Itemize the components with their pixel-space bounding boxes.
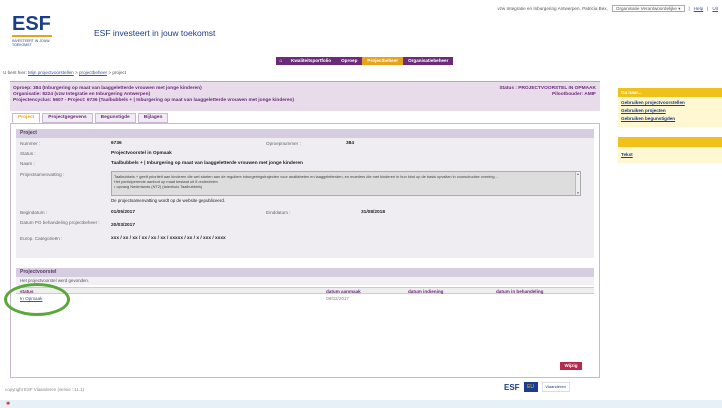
logo-text: ESF — [12, 13, 51, 35]
site-tagline: ESF investeert in jouw toekomst — [94, 28, 216, 38]
sidebar-links: Gebruiken projectvoorstellen Gebruiken p… — [618, 97, 722, 127]
home-icon[interactable]: ⌂ — [276, 57, 286, 65]
oproepnummer-value: 384 — [346, 141, 355, 146]
footer-logos: ESF EU Vlaanderen — [504, 382, 570, 392]
einddatum-label: Einddatum : — [266, 210, 291, 215]
help-link[interactable]: Help — [694, 6, 703, 11]
footer-copyright: copyright ESF Vlaanderen (versie : 11.1) — [5, 387, 84, 392]
nav-organisatiebeheer[interactable]: Organisatiebeheer — [403, 57, 453, 65]
sidebar-link-projectvoorstellen[interactable]: Gebruiken projectvoorstellen — [621, 99, 719, 107]
sidebar-title: Ga naar... — [618, 88, 722, 97]
sidebar-block-2: Tekst — [618, 147, 722, 163]
nav-oproep[interactable]: Oproep — [336, 57, 362, 65]
project-tabs: Project Projectgegevens Begunstigde Bijl… — [12, 113, 169, 123]
wijzig-button[interactable]: Wijzig — [560, 362, 582, 370]
datum-behandeling-label: Datum PO behandeling projectbeheer : — [20, 220, 100, 225]
project-section-title: Project — [16, 129, 594, 138]
scroll-up-icon[interactable]: ▲ — [576, 172, 580, 176]
textarea-scrollbar[interactable]: ▲ ▼ — [575, 172, 580, 195]
organisation-select[interactable]: Organisatie Verantwoordelijke ▾ — [611, 5, 685, 12]
naam-value: Taalbubbels + | Inburgering op maat van … — [111, 161, 303, 166]
logout-link[interactable]: Uit — [712, 6, 718, 11]
vlaanderen-logo: Vlaanderen — [541, 382, 570, 392]
datum-behandeling-value: 20/03/2017 — [111, 223, 136, 228]
sidebar: Ga naar... Gebruiken projectvoorstellen … — [618, 88, 722, 163]
nav-kwaliteitsportfolio[interactable]: Kwaliteitsportfolio — [286, 57, 336, 65]
tab-begunstigde[interactable]: Begunstigde — [94, 113, 136, 123]
project-cycle-line: Projectencyclus: 5607 - Project: 6736 (T… — [13, 98, 295, 103]
nav-projectbeheer[interactable]: Projectbeheer — [362, 57, 404, 65]
sidebar-title-2 — [618, 137, 722, 147]
highlight-circle — [4, 283, 70, 316]
project-organisation-line: Organisatie: 8224 (vzw Integratie en Inb… — [13, 92, 151, 97]
projectvoorstel-table: Het projectvoorstel werd gevonden. statu… — [16, 277, 594, 317]
bottom-strip: ✱ — [0, 400, 722, 408]
scroll-down-icon[interactable]: ▼ — [576, 191, 580, 195]
col-datum-aanmaak[interactable]: datum aanmaak — [326, 289, 361, 294]
logo-subtitle: INVESTEERT IN JOUW TOEKOMST — [12, 39, 50, 47]
samenvatting-label: Projectsamenvatting : — [20, 172, 65, 177]
projectvoorstel-note: Het projectvoorstel werd gevonden. — [16, 277, 594, 285]
main-panel: Project Nummer : 6736 Oproepnummer : 384… — [10, 123, 600, 378]
sidebar-link-begunstigden[interactable]: Gebruiken begunstigden — [621, 115, 719, 123]
project-section: Project Nummer : 6736 Oproepnummer : 384… — [16, 129, 594, 258]
user-info: vzw Integratie en Inburgering Antwerpen,… — [497, 5, 718, 12]
europ-categorieen-label: Europ. Categorieën : — [20, 236, 63, 241]
project-promoter: Pilootbouder: AMIF — [551, 92, 596, 97]
status-label: Status : — [20, 151, 36, 156]
samenvatting-text-3: • opvang Nederlands (NT2) (talenhuis Taa… — [114, 184, 203, 189]
version-text: (versie : 11.1) — [57, 387, 85, 392]
nummer-label: Nummer : — [20, 141, 41, 146]
einddatum-value: 31/08/2018 — [361, 210, 386, 215]
project-call-line: Oproep: 384 (Inburgering op maat van laa… — [13, 86, 202, 91]
logo-bar — [12, 35, 52, 37]
begindatum-value: 01/05/2017 — [111, 210, 136, 215]
breadcrumb-current: project — [112, 70, 127, 75]
col-datum-indiening[interactable]: datum indiening — [408, 289, 443, 294]
nummer-value: 6736 — [111, 141, 122, 146]
breadcrumb-link-projectvoorstellen[interactable]: Mijn projectvoorstellen — [28, 70, 74, 75]
tab-projectgegevens[interactable]: Projectgegevens — [42, 113, 93, 123]
app-icon: ✱ — [6, 401, 11, 407]
user-text: vzw Integratie en Inburgering Antwerpen,… — [497, 6, 608, 11]
naam-label: Naam : — [20, 161, 35, 166]
breadcrumb-separator: > — [108, 70, 112, 75]
eu-flag-icon: EU — [523, 382, 538, 392]
breadcrumb-prefix: U bent hier: — [3, 70, 27, 75]
tab-bijlagen[interactable]: Bijlagen — [137, 113, 169, 123]
footer-esf-logo: ESF — [504, 382, 520, 392]
table-row[interactable]: In Opmaak 08/02/2017 — [16, 295, 594, 302]
breadcrumb-separator: > — [75, 70, 78, 75]
sidebar-link-tekst[interactable]: Tekst — [621, 151, 719, 159]
footer: copyright ESF Vlaanderen (versie : 11.1)… — [0, 378, 612, 400]
copyright-text: copyright ESF Vlaanderen — [5, 387, 57, 392]
projectvoorstel-section: Projectvoorstel Het projectvoorstel werd… — [16, 268, 594, 317]
esf-logo[interactable]: ESF INVESTEERT IN JOUW TOEKOMST — [12, 14, 70, 54]
project-status: Status : PROJECTVOORSTEL IN OPMAAK — [499, 86, 596, 91]
organisation-select-value: Organisatie Verantwoordelijke — [615, 6, 677, 11]
main-navigation: ⌂ Kwaliteitsportfolio Oproep Projectbehe… — [0, 57, 722, 65]
europ-categorieen-value: xxx / xx / xx / xx / xx / xx / xxxxx / x… — [111, 236, 226, 241]
table-header: status datum aanmaak datum indiening dat… — [16, 287, 594, 294]
breadcrumb-link-projectbeheer[interactable]: projectbeheer — [79, 70, 107, 75]
breadcrumb: U bent hier: Mijn projectvoorstellen > p… — [3, 70, 126, 75]
sidebar-link-projecten[interactable]: Gebruiken projecten — [621, 107, 719, 115]
project-details: Nummer : 6736 Oproepnummer : 384 Status … — [16, 138, 594, 258]
oproepnummer-label: Oproepnummer : — [266, 141, 301, 146]
projectvoorstel-title: Projectvoorstel — [16, 268, 594, 277]
samenvatting-note: De projectsamenvatting wordt op de websi… — [111, 198, 225, 203]
samenvatting-textarea[interactable]: Taalbubbels + geeft prioriteit aan kinde… — [111, 171, 581, 196]
begindatum-label: Begindatum : — [20, 210, 48, 215]
status-value: Projectvoorstel in Opmaak — [111, 151, 172, 156]
col-datum-behandeling[interactable]: datum in behandeling — [496, 289, 543, 294]
top-header: ESF INVESTEERT IN JOUW TOEKOMST ESF inve… — [0, 0, 722, 57]
tab-project[interactable]: Project — [12, 113, 41, 123]
row-datum-aanmaak: 08/02/2017 — [326, 296, 349, 301]
project-header: Oproep: 384 (Inburgering op maat van laa… — [10, 81, 600, 111]
